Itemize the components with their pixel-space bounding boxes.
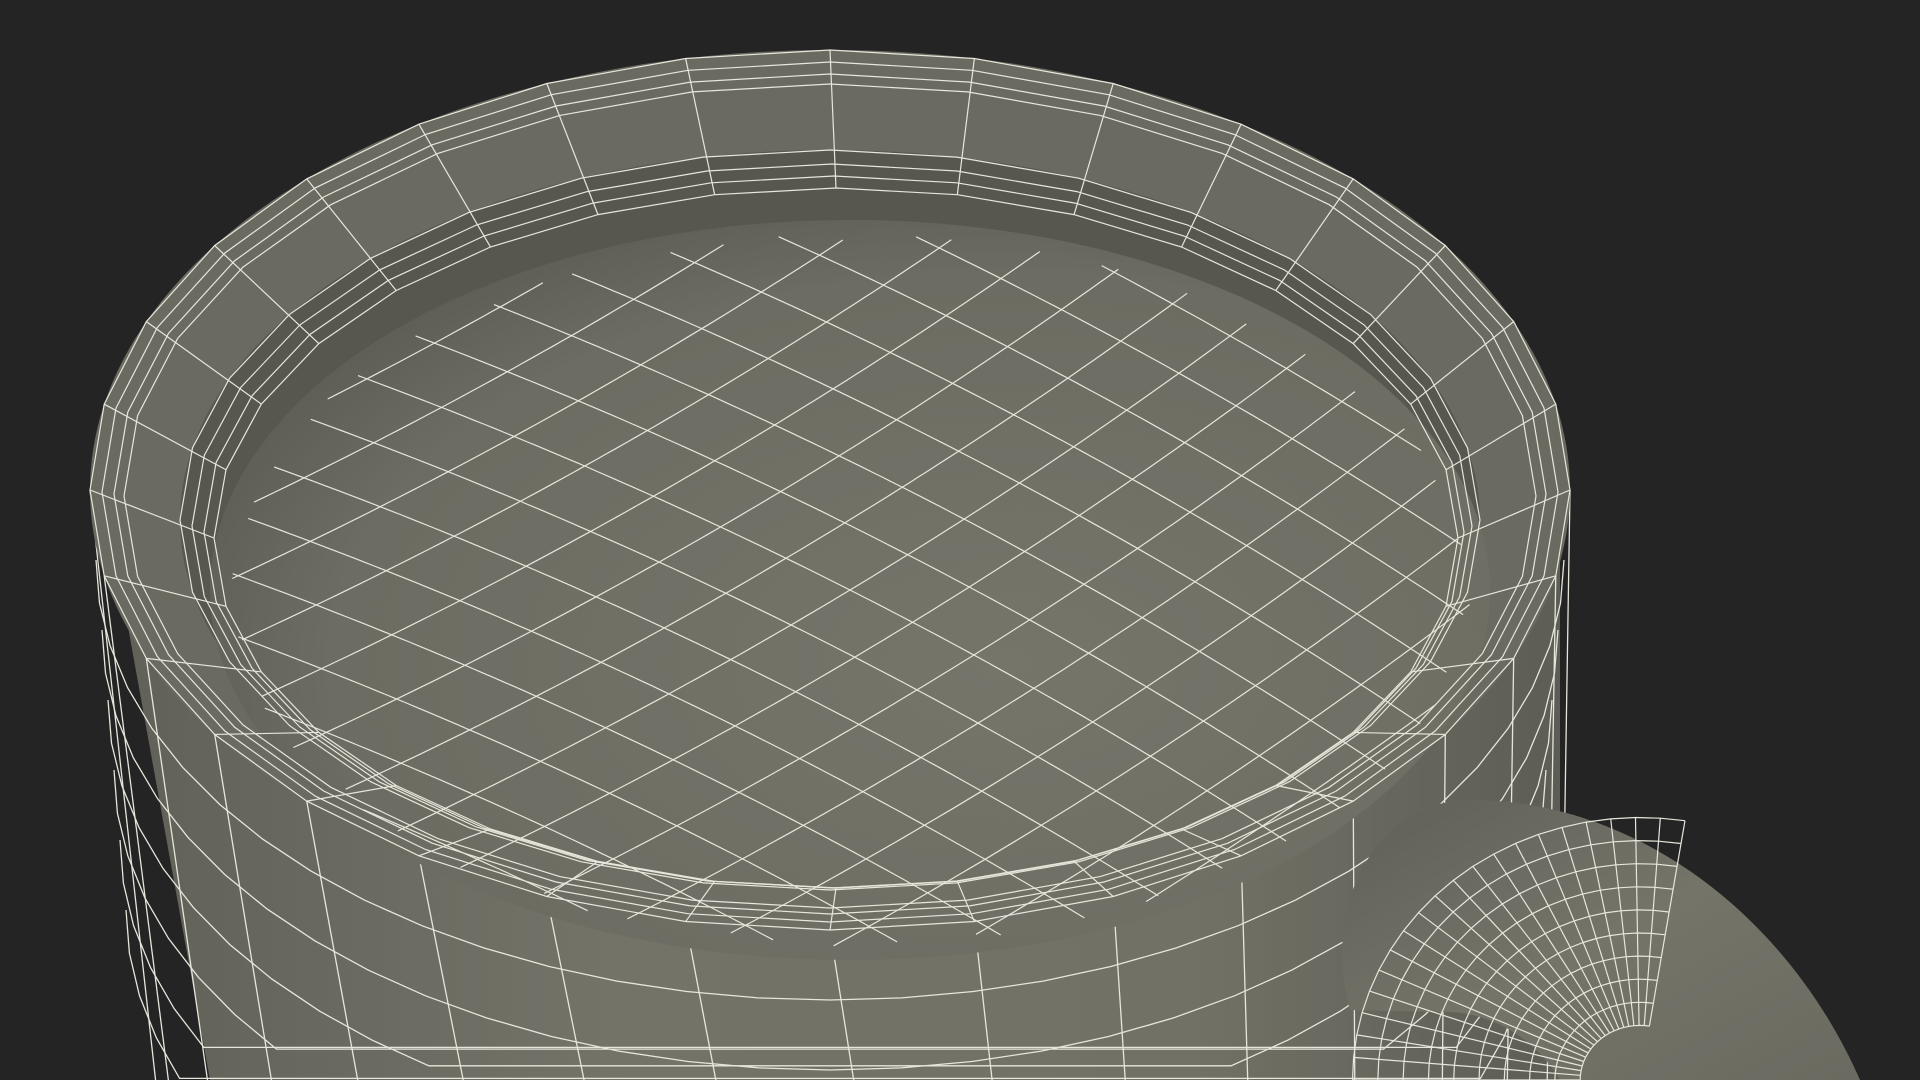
- render-viewport: [0, 0, 1920, 1080]
- mug-wireframe-render: [89, 49, 1860, 1080]
